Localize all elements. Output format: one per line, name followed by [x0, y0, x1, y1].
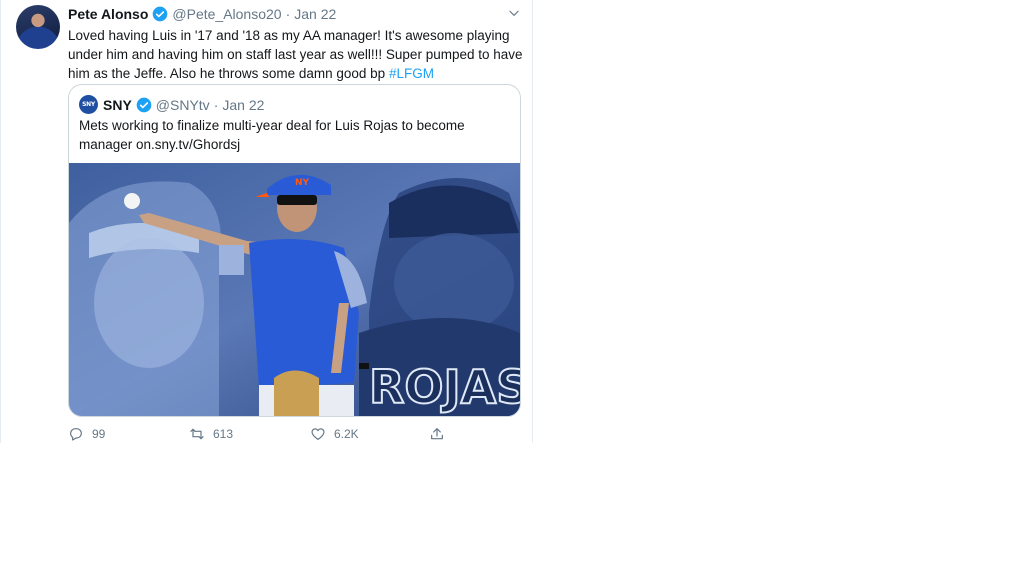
author-name[interactable]: Pete Alonso	[68, 6, 148, 22]
quoted-text-line: Mets working to finalize multi-year deal…	[79, 118, 465, 133]
reply-icon	[70, 428, 82, 441]
tweet-text: Loved having Luis in '17 and '18 as my A…	[68, 26, 523, 83]
verified-badge-icon	[153, 6, 168, 22]
share-icon	[431, 428, 443, 440]
quoted-tweet-date[interactable]: Jan 22	[222, 97, 264, 113]
like-button[interactable]: 6.2K	[310, 426, 359, 442]
quoted-avatar[interactable]: SNY	[79, 95, 98, 114]
tweet-text-segment: him as the Jeffe. Also he throws some da…	[68, 66, 389, 81]
header-separator: ·	[285, 6, 291, 22]
share-button[interactable]	[429, 426, 453, 442]
quoted-tweet-text: Mets working to finalize multi-year deal…	[79, 116, 509, 154]
cap-logo-mark: NY	[295, 178, 310, 188]
quoted-author-handle[interactable]: @SNYtv	[156, 97, 210, 113]
jersey-name-text: ROJAS	[369, 360, 520, 414]
retweet-icon	[190, 428, 204, 440]
hashtag-link[interactable]: #LFGM	[389, 66, 434, 81]
quoted-text-line: manager on.sny.tv/Ghordsj	[79, 137, 241, 152]
chevron-down-icon[interactable]	[507, 6, 521, 20]
reply-count: 99	[92, 427, 106, 441]
tweet-actions: 99 613 6.2K	[68, 426, 468, 444]
tweet-card[interactable]: Pete Alonso @Pete_Alonso20 · Jan 22 Love…	[0, 0, 533, 443]
quoted-media-image[interactable]: ROJAS NY	[69, 163, 520, 417]
verified-badge-icon	[136, 97, 152, 112]
header-separator: ·	[213, 96, 219, 113]
quoted-tweet-header: SNY SNY @SNYtv · Jan 22	[79, 95, 264, 114]
tweet-date[interactable]: Jan 22	[294, 6, 336, 22]
author-handle[interactable]: @Pete_Alonso20	[172, 6, 281, 22]
retweet-button[interactable]: 613	[189, 426, 233, 442]
quoted-tweet[interactable]: SNY SNY @SNYtv · Jan 22 Mets working to …	[68, 84, 521, 417]
tweet-text-line: him as the Jeffe. Also he throws some da…	[68, 64, 523, 83]
avatar[interactable]	[16, 5, 60, 49]
retweet-count: 613	[213, 427, 234, 441]
like-count: 6.2K	[334, 427, 359, 441]
quoted-author-name[interactable]: SNY	[103, 97, 132, 113]
like-icon	[311, 428, 325, 440]
tweet-text-line: under him and having him on staff last y…	[68, 47, 523, 62]
reply-button[interactable]: 99	[68, 426, 105, 442]
tweet-header: Pete Alonso @Pete_Alonso20 · Jan 22	[68, 6, 336, 22]
tweet-text-line: Loved having Luis in '17 and '18 as my A…	[68, 28, 510, 43]
